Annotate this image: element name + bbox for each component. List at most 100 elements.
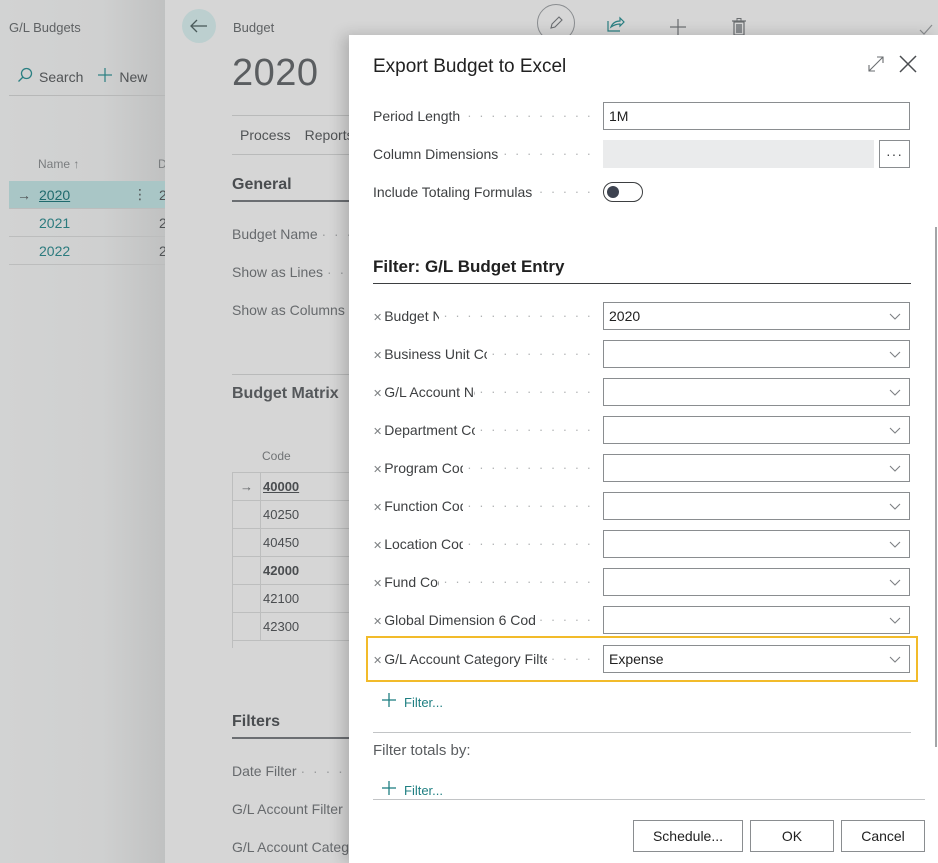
remove-filter-icon[interactable]: ✕ (373, 426, 382, 438)
matrix-code[interactable]: 42300 (261, 619, 299, 634)
chevron-down-icon[interactable] (889, 386, 901, 398)
filter-row: ✕ Function Code · · · · · · · · · · · (373, 492, 911, 520)
chevron-down-icon[interactable] (889, 576, 901, 588)
column-dimensions-label: Column Dimensions · · · · · · · · (373, 146, 603, 162)
filter-row: ✕ Business Unit Code · · · · · · · · · (373, 340, 911, 368)
matrix-row[interactable]: 42300 (232, 612, 350, 640)
column-dimensions-row: Column Dimensions · · · · · · · · ··· (373, 140, 911, 168)
search-icon (17, 67, 33, 87)
remove-filter-icon[interactable]: ✕ (373, 464, 382, 476)
column-dimensions-assist-button[interactable]: ··· (879, 140, 910, 168)
action-reports[interactable]: Reports (305, 127, 354, 143)
period-length-label: Period Length · · · · · · · · · · · (373, 108, 603, 124)
remove-filter-icon[interactable]: ✕ (373, 312, 382, 324)
filters-section-heading[interactable]: Filters (232, 713, 350, 739)
period-length-input[interactable]: 1M (603, 102, 910, 130)
column-dimensions-input[interactable] (603, 140, 874, 168)
plus-icon (381, 692, 397, 712)
chevron-down-icon[interactable] (889, 614, 901, 626)
filter-row: ✕ Location Code · · · · · · · · · · · (373, 530, 911, 558)
matrix-row[interactable]: → 40000 (232, 472, 350, 500)
dot-leader: · · · · · (534, 612, 593, 627)
filter-value-select[interactable] (603, 568, 910, 596)
add-filter-link[interactable]: Filter... (381, 692, 443, 712)
matrix-code[interactable]: 40000 (261, 479, 299, 494)
matrix-row[interactable]: 42000 (232, 556, 350, 584)
row-indicator (233, 585, 261, 612)
filter-value-select[interactable] (603, 416, 910, 444)
filter-label-text: Function Code (384, 498, 476, 514)
chevron-down-icon[interactable] (889, 462, 901, 474)
divider (373, 732, 911, 733)
card-title: 2020 (232, 52, 319, 94)
filter-row: ✕ Budget Name · · · · · · · · · · · · · 202… (373, 302, 911, 330)
field-label: G/L Account Categ (232, 839, 349, 855)
filter-value-select[interactable]: 2020 (603, 302, 910, 330)
scrollbar-thumb[interactable] (935, 227, 937, 747)
filter-value-select[interactable] (603, 454, 910, 482)
list-row[interactable]: 2022 2 (9, 237, 170, 265)
remove-filter-icon[interactable]: ✕ (373, 350, 382, 362)
filter-value-select[interactable] (603, 378, 910, 406)
new-label: New (119, 68, 148, 85)
filter-value-select[interactable] (603, 606, 910, 634)
column-header-name[interactable]: Name ↑ (38, 157, 79, 171)
add-totals-filter-link[interactable]: Filter... (381, 780, 443, 800)
remove-filter-icon[interactable]: ✕ (373, 502, 382, 514)
filter-value-select[interactable] (603, 530, 910, 558)
dot-leader: · · · · · · · · · · · · · (439, 308, 593, 323)
remove-filter-icon[interactable]: ✕ (373, 578, 382, 590)
chevron-down-icon[interactable] (889, 310, 901, 322)
row-menu-icon[interactable]: ⋮ (133, 186, 147, 203)
dot-leader: · · · · · · · · · · · (463, 108, 593, 123)
budget-name-link[interactable]: 2021 (39, 215, 70, 231)
plus-icon (381, 780, 397, 800)
matrix-code[interactable]: 40450 (261, 535, 299, 550)
budget-name-link[interactable]: 2022 (39, 243, 70, 259)
matrix-code[interactable]: 42000 (261, 563, 299, 578)
toggle-knob (607, 186, 619, 198)
back-button[interactable] (182, 9, 216, 43)
close-icon[interactable] (898, 54, 920, 76)
chevron-down-icon[interactable] (889, 538, 901, 550)
chevron-down-icon[interactable] (889, 424, 901, 436)
new-button[interactable]: New (97, 67, 147, 87)
row-indicator (233, 529, 261, 556)
list-row[interactable]: → 2020 ⋮ 2 (9, 181, 170, 209)
action-process[interactable]: Process (240, 127, 291, 143)
remove-filter-icon[interactable]: ✕ (373, 540, 382, 552)
chevron-down-icon[interactable] (889, 500, 901, 512)
filter-row: ✕ Global Dimension 6 Code · · · · · (373, 606, 911, 634)
filter-totals-label: Filter totals by: (373, 742, 471, 759)
matrix-section-heading[interactable]: Budget Matrix (232, 374, 350, 409)
expand-icon[interactable] (867, 55, 887, 75)
matrix-row[interactable]: 40250 (232, 500, 350, 528)
matrix-row[interactable]: 42100 (232, 584, 350, 612)
filter-label: ✕ Business Unit Code · · · · · · · · · (373, 346, 603, 362)
filter-value-select[interactable] (603, 340, 910, 368)
matrix-row[interactable]: 40450 (232, 528, 350, 556)
matrix-code-header[interactable]: Code (232, 442, 350, 472)
chevron-down-icon[interactable] (889, 348, 901, 360)
matrix-code[interactable]: 40250 (261, 507, 299, 522)
cancel-button[interactable]: Cancel (841, 820, 925, 852)
label-text: Include Totaling Formulas (373, 184, 533, 200)
remove-filter-icon[interactable]: ✕ (373, 616, 382, 628)
include-totaling-toggle[interactable] (603, 182, 643, 202)
row-indicator (233, 557, 261, 584)
dot-leader: · · · · · · · · · (487, 346, 593, 361)
include-totaling-label: Include Totaling Formulas · · · · · (373, 184, 603, 200)
ok-button[interactable]: OK (750, 820, 834, 852)
matrix-code[interactable]: 42100 (261, 591, 299, 606)
search-button[interactable]: Search (17, 67, 83, 87)
add-filter-label: Filter... (404, 694, 444, 710)
remove-filter-icon[interactable]: ✕ (373, 388, 382, 400)
filter-value-select[interactable] (603, 492, 910, 520)
include-totaling-row: Include Totaling Formulas · · · · · (373, 178, 911, 206)
schedule-button[interactable]: Schedule... (633, 820, 743, 852)
share-icon[interactable] (607, 16, 625, 37)
budget-name-link[interactable]: 2020 (39, 187, 70, 203)
list-row[interactable]: 2021 2 (9, 209, 170, 237)
general-section-heading[interactable]: General (232, 176, 350, 202)
add-totals-filter-label: Filter... (404, 782, 444, 798)
